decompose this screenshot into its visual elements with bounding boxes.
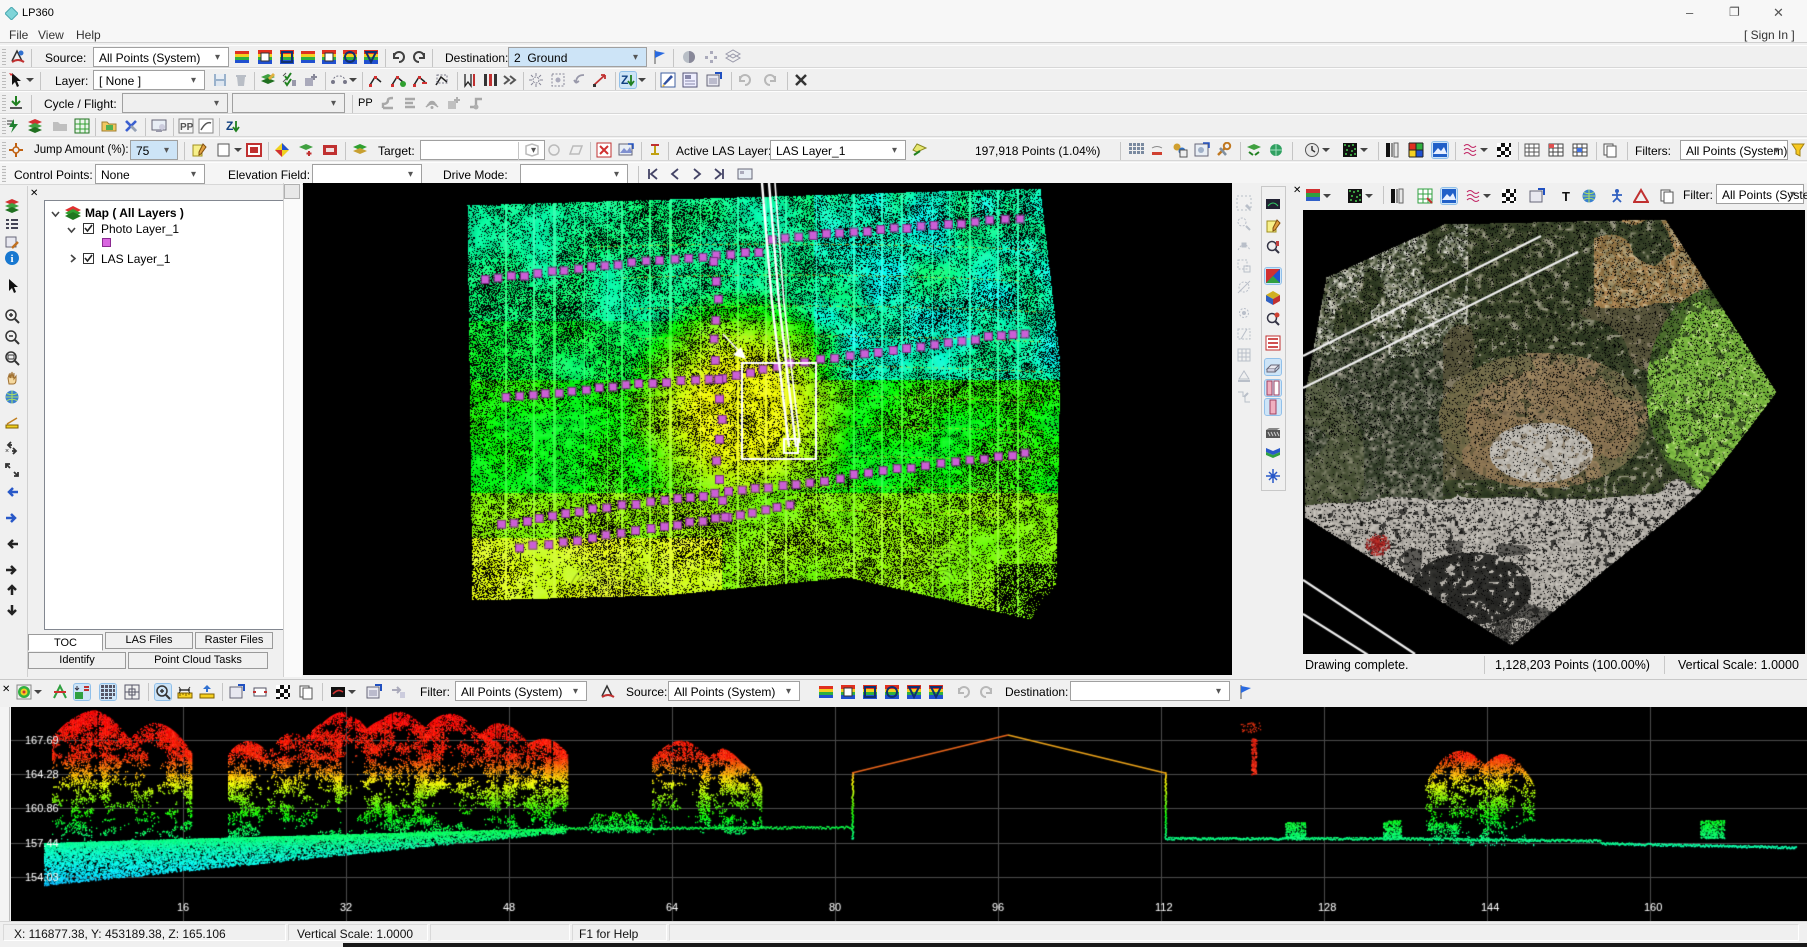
svg-text:Z: Z: [621, 73, 628, 87]
svg-text:T: T: [1562, 189, 1570, 204]
svg-text:×: ×: [5, 448, 9, 455]
svg-text:i: i: [10, 253, 13, 265]
svg-text:Z: Z: [226, 119, 233, 133]
svg-text:PP: PP: [180, 122, 194, 133]
